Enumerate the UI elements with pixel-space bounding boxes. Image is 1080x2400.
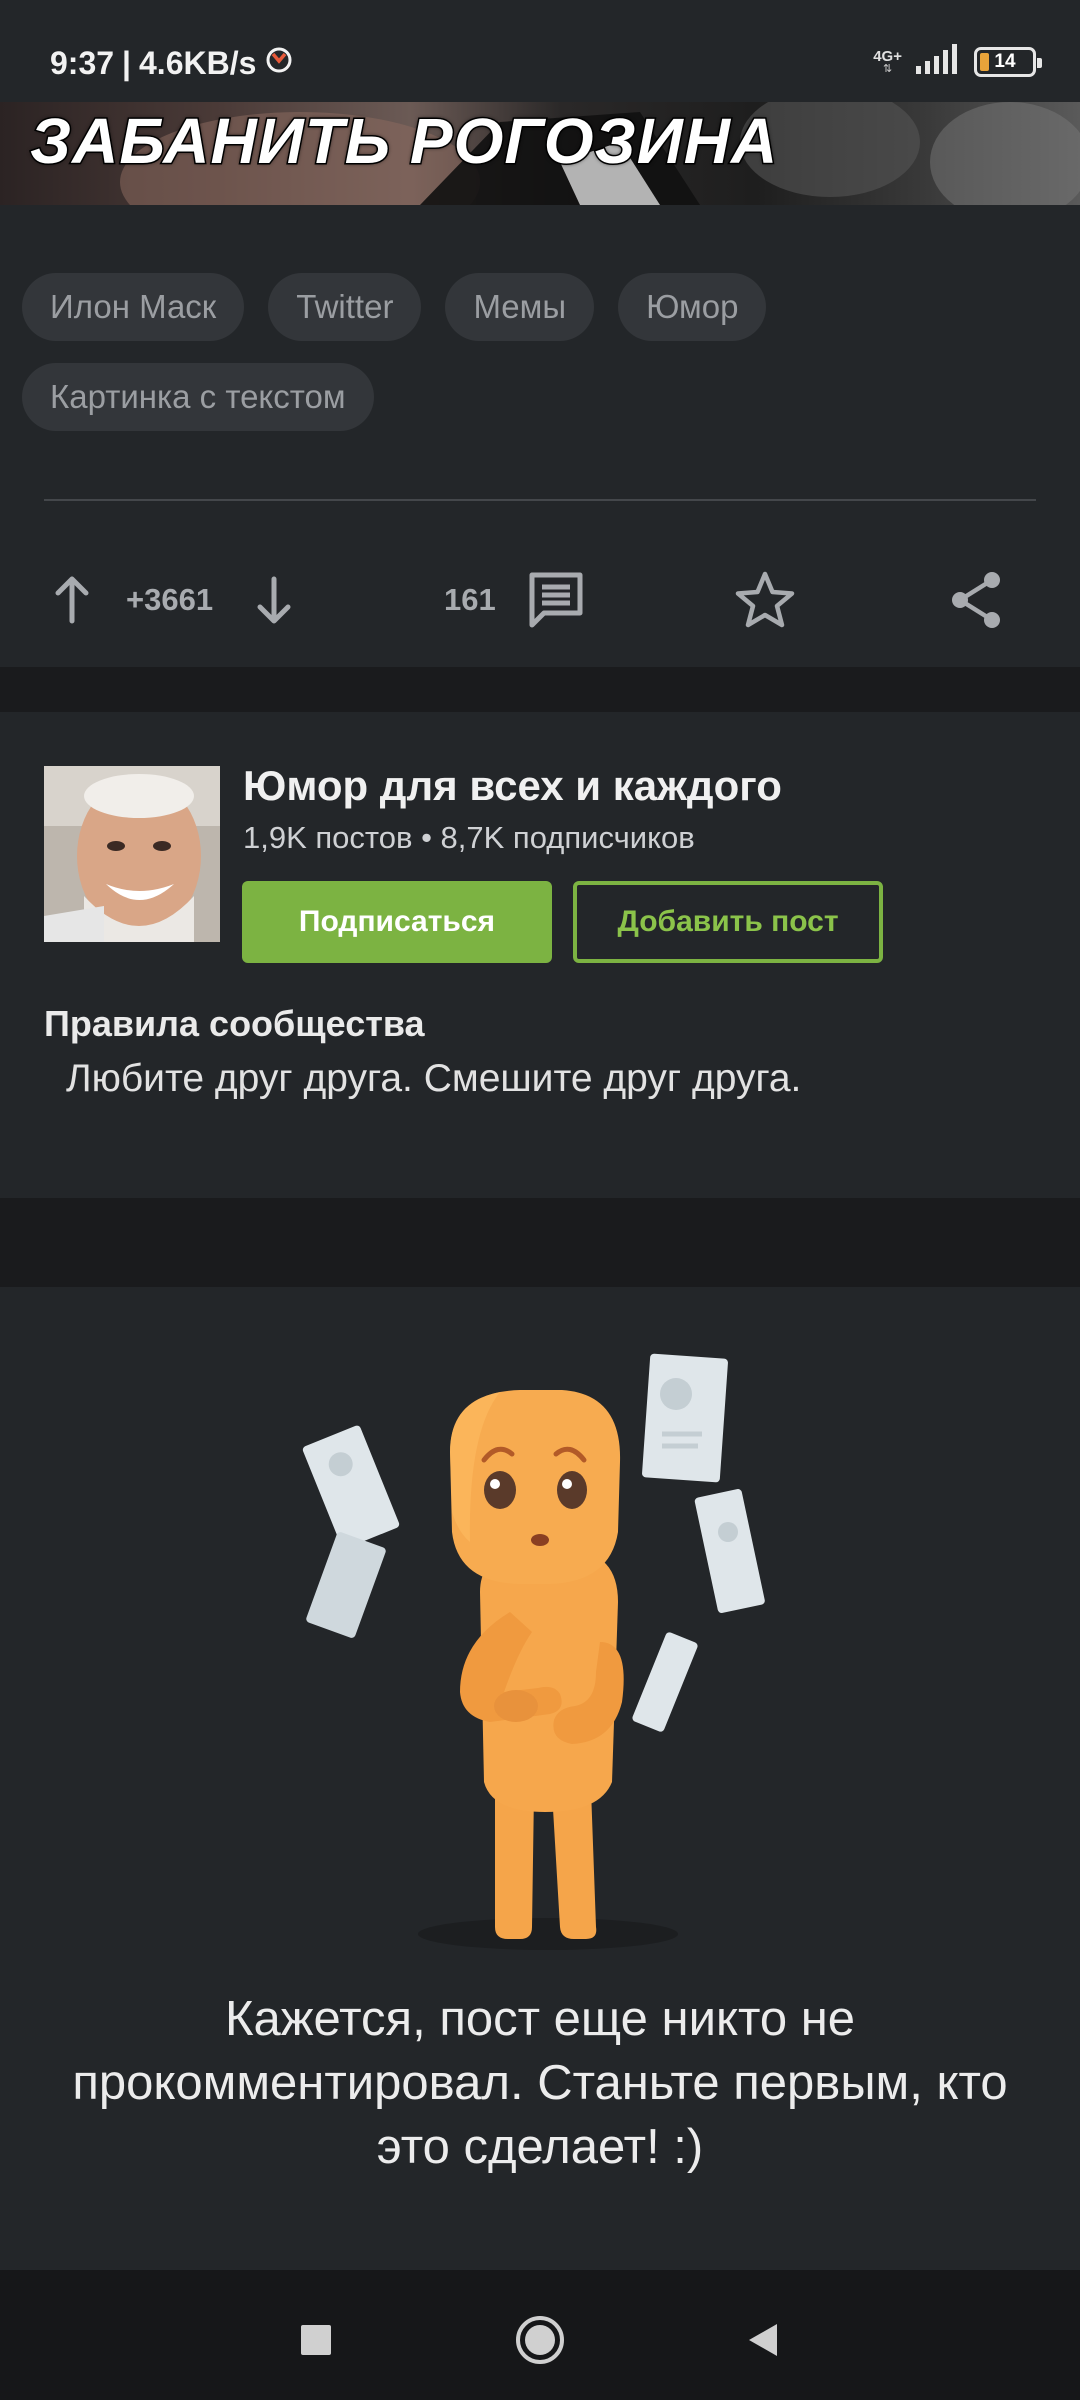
status-bar: 9:37 | 4.6KB/s 4G+ ⇅ 14: [0, 0, 1080, 102]
subscribe-button[interactable]: Подписаться: [242, 881, 552, 963]
signal-icon: [916, 44, 960, 79]
status-net-speed: 4.6KB/s: [139, 44, 257, 81]
thinking-character-illustration: [302, 1353, 765, 1950]
tag[interactable]: Картинка с текстом: [22, 363, 374, 431]
downvote-button[interactable]: [252, 545, 296, 655]
community-title[interactable]: Юмор для всех и каждого: [243, 762, 782, 810]
share-icon: [952, 572, 1000, 628]
tag[interactable]: Юмор: [618, 273, 767, 341]
comments-button[interactable]: [526, 545, 586, 655]
divider: [44, 499, 1036, 501]
comments-count: 161: [444, 582, 496, 617]
community-stats: 1,9K постов • 8,7K подписчиков: [243, 820, 695, 855]
tag[interactable]: Twitter: [268, 273, 422, 341]
share-button[interactable]: [948, 545, 1004, 655]
recent-apps-button[interactable]: [286, 2310, 346, 2370]
network-type: 4G+: [873, 47, 902, 65]
notification-icon: [264, 44, 294, 82]
home-button[interactable]: [510, 2310, 570, 2370]
rules-title: Правила сообщества: [44, 1003, 425, 1044]
tag-list: Илон Маск Twitter Мемы Юмор Картинка с т…: [22, 273, 1062, 431]
back-icon: [749, 2324, 777, 2356]
data-arrows-icon: ⇅: [883, 62, 893, 75]
post-image-caption: ЗАБАНИТЬ РОГОЗИНА: [28, 104, 779, 179]
save-button[interactable]: [734, 545, 796, 655]
avatar-image: [44, 766, 220, 942]
system-nav-bar: [0, 2270, 1080, 2400]
arrow-up-icon: [55, 576, 89, 624]
battery-icon: 14: [974, 46, 1042, 77]
star-icon: [735, 571, 795, 628]
status-left: 9:37 | 4.6KB/s: [50, 44, 294, 82]
empty-comments: Кажется, пост еще никто не прокомментиро…: [0, 1287, 1080, 2270]
post-image[interactable]: ЗАБАНИТЬ РОГОЗИНА: [0, 102, 1080, 205]
rating-value: +3661: [126, 582, 214, 617]
add-post-button[interactable]: Добавить пост: [573, 881, 883, 963]
rules-text: Любите друг друга. Смешите друг друга.: [66, 1057, 802, 1100]
home-icon: [516, 2316, 564, 2364]
tag[interactable]: Илон Маск: [22, 273, 245, 341]
comment-icon: [529, 572, 583, 628]
community-avatar[interactable]: [44, 766, 220, 942]
community-card: Юмор для всех и каждого 1,9K постов • 8,…: [0, 712, 1080, 1198]
arrow-down-icon: [257, 576, 291, 624]
post-footer: Илон Маск Twitter Мемы Юмор Картинка с т…: [0, 205, 1080, 667]
battery-level: 14: [994, 50, 1016, 72]
back-button[interactable]: [733, 2310, 793, 2370]
status-time: 9:37: [50, 44, 115, 81]
recent-apps-icon: [301, 2325, 331, 2355]
tag[interactable]: Мемы: [445, 273, 595, 341]
post-actions: +3661 161: [0, 545, 1080, 655]
upvote-button[interactable]: [50, 545, 94, 655]
character: [450, 1390, 624, 1939]
status-right: 4G+ ⇅ 14: [873, 44, 1042, 79]
empty-comments-message: Кажется, пост еще никто не прокомментиро…: [72, 1992, 1008, 2174]
